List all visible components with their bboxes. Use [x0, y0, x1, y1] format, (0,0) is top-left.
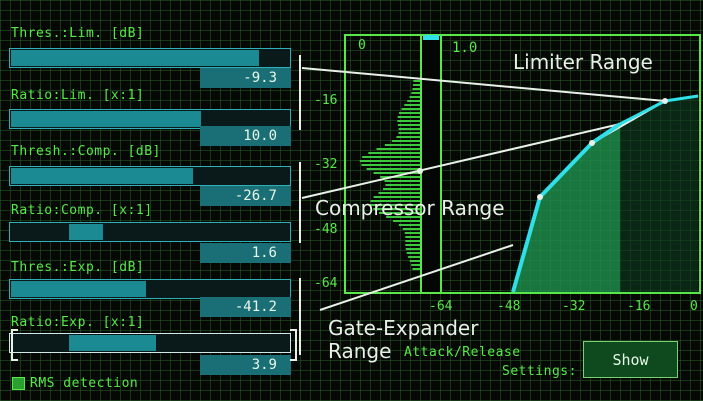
histogram-bar — [397, 120, 420, 122]
histogram-bar — [406, 252, 420, 254]
histogram-bar — [411, 92, 420, 94]
y-tick-48: -48 — [314, 222, 338, 237]
range-brackets — [11, 55, 301, 361]
y-tick-16: -16 — [314, 93, 338, 108]
histogram-bar — [378, 192, 420, 194]
histogram-bar — [413, 80, 420, 82]
level-histogram — [359, 80, 420, 270]
histogram-bar — [398, 128, 420, 130]
histogram-bar — [407, 100, 420, 102]
histogram-bar — [393, 220, 420, 222]
histogram-bar — [408, 256, 420, 258]
histogram-bar — [412, 268, 420, 270]
histogram-bar — [398, 224, 420, 226]
x-tick-0: 0 — [690, 299, 698, 314]
y-tick-32: -32 — [314, 157, 338, 172]
rms-detection-checkbox[interactable] — [12, 377, 25, 390]
histogram-bar — [359, 160, 420, 162]
histogram-bar — [376, 148, 420, 150]
settings-label: Settings: — [502, 364, 577, 379]
histogram-bar — [385, 184, 420, 186]
histogram-bar — [402, 228, 420, 230]
gate-range-label: Range — [328, 339, 392, 363]
y-tick-64: -64 — [314, 276, 338, 291]
level-meter — [420, 34, 442, 294]
x-tick-48: -48 — [497, 299, 521, 314]
gate-expander-label: Gate-Expander — [328, 316, 479, 340]
histogram-bar — [401, 108, 420, 110]
meter-peak — [423, 35, 439, 40]
show-settings-button[interactable]: Show — [583, 341, 678, 378]
histogram-bar — [405, 236, 420, 238]
y-tick-0: 0 — [358, 38, 366, 53]
x-tick-64: -64 — [429, 299, 453, 314]
limiter-range-label: Limiter Range — [513, 50, 653, 74]
histogram-bar — [405, 244, 420, 246]
histogram-bar — [409, 260, 420, 262]
compressor-range-label: Compressor Range — [315, 196, 505, 220]
attack-release-label: Attack/Release — [404, 345, 521, 360]
histogram-bar — [361, 164, 420, 166]
curve-fill-dark — [620, 96, 698, 292]
x-tick-32: -32 — [562, 299, 586, 314]
histogram-bar — [366, 168, 420, 170]
histogram-bar — [412, 88, 420, 90]
meter-value: 1.0 — [452, 40, 478, 56]
histogram-bar — [396, 136, 420, 138]
x-tick-16: -16 — [627, 299, 651, 314]
histogram-bar — [397, 124, 420, 126]
histogram-bar — [397, 116, 420, 118]
histogram-bar — [384, 144, 420, 146]
histogram-bar — [409, 96, 420, 98]
histogram-bar — [384, 180, 420, 182]
rms-detection-label: RMS detection — [30, 376, 139, 391]
histogram-bar — [404, 104, 420, 106]
histogram-bar — [383, 188, 420, 190]
histogram-bar — [405, 248, 420, 250]
compressor-panel: { "controls": [ {"label": "Thres.:Lim. [… — [0, 0, 703, 401]
histogram-bar — [404, 232, 420, 234]
histogram-bar — [411, 264, 420, 266]
histogram-bar — [405, 240, 420, 242]
histogram-bar — [413, 84, 420, 86]
histogram-bar — [368, 152, 420, 154]
histogram-bar — [399, 112, 420, 114]
curve-fill — [513, 124, 620, 292]
histogram-bar — [391, 140, 420, 142]
histogram-bar — [362, 156, 420, 158]
histogram-bar — [398, 132, 420, 134]
